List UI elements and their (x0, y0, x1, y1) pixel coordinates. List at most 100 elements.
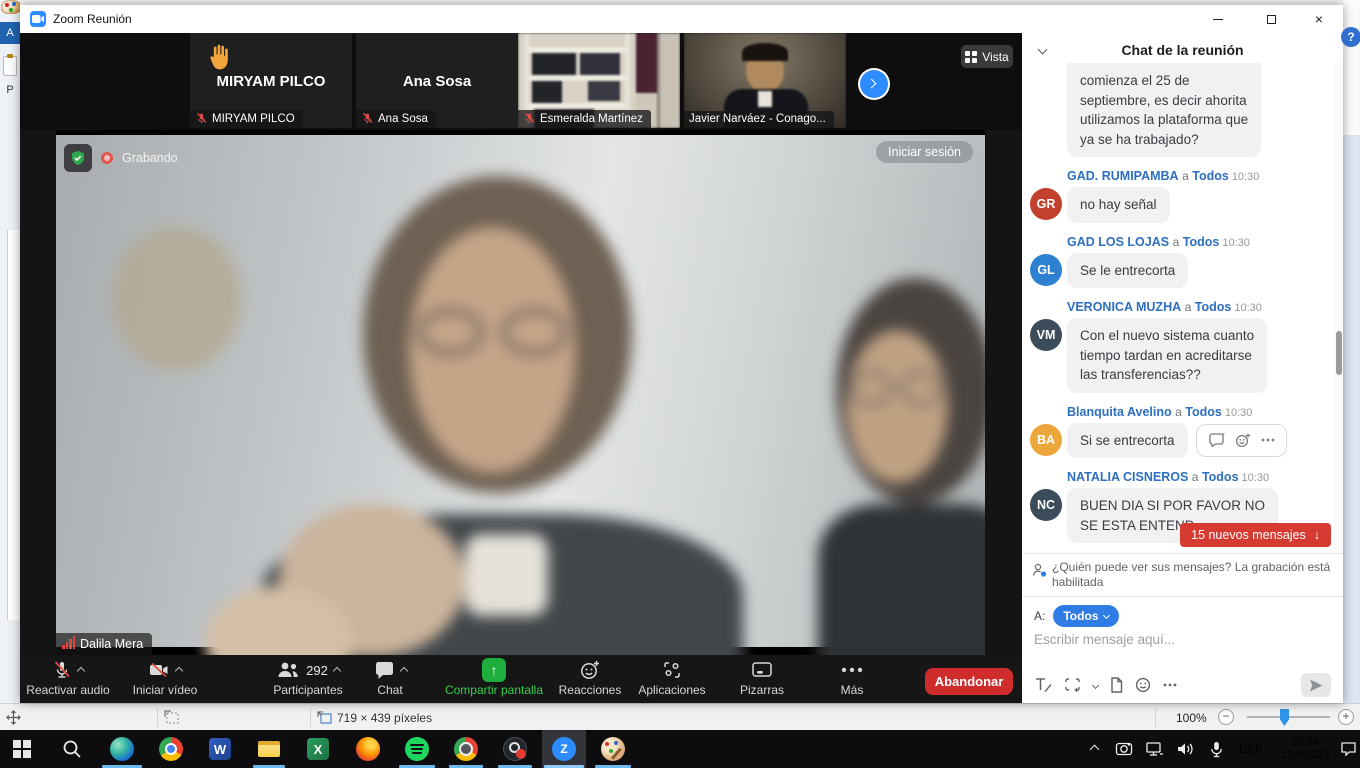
start-video-button[interactable]: Iniciar vídeo (110, 658, 220, 702)
participant-tile-esmeralda[interactable]: Esmeralda Martínez (518, 33, 680, 128)
selection-size-icon (164, 710, 180, 725)
message-bubble: Si se entrecorta (1067, 423, 1188, 459)
meeting-stage: MIRYAM PILCO MIRYAM PILCO Ana Sosa Ana S… (20, 33, 1022, 703)
microphone-tray-icon[interactable] (1204, 730, 1228, 768)
chat-bubble-icon (374, 661, 395, 680)
avatar: GL (1030, 254, 1062, 286)
message-bubble: comienza el 25 de septiembre, es decir a… (1067, 63, 1261, 157)
zoom-out-button[interactable]: − (1218, 709, 1234, 725)
paint-canvas (8, 230, 20, 620)
participant-name-label: MIRYAM PILCO (190, 110, 303, 128)
participant-tile-javier[interactable]: Javier Narváez - Conago... (684, 33, 846, 128)
chat-message-list[interactable]: comienza el 25 de septiembre, es decir a… (1022, 63, 1343, 553)
new-messages-badge[interactable]: 15 nuevos mensajes↓ (1180, 523, 1331, 547)
screenshot-icon[interactable] (1064, 677, 1081, 693)
share-screen-button[interactable]: ↑ Compartir pantalla (439, 658, 549, 702)
chat-privacy-notice: ¿Quién puede ver sus mensajes? La grabac… (1022, 553, 1343, 597)
sign-in-button[interactable]: Iniciar sesión (876, 141, 973, 163)
taskbar-obs-icon[interactable] (503, 737, 527, 761)
leave-meeting-button[interactable]: Abandonar (925, 668, 1013, 695)
zoom-app-icon (30, 11, 46, 27)
view-button[interactable]: Vista (961, 45, 1013, 68)
taskbar-spotify-icon[interactable] (405, 737, 429, 761)
message-bubble: no hay señal (1067, 187, 1170, 223)
language-indicator[interactable]: ESP (1234, 730, 1268, 768)
more-button[interactable]: Más (797, 658, 907, 702)
network-tray-icon[interactable] (1142, 730, 1166, 768)
screen-record-tray-icon[interactable] (1112, 730, 1136, 768)
participant-tile-miryam[interactable]: MIRYAM PILCO MIRYAM PILCO (190, 33, 352, 128)
muted-mic-icon (195, 112, 208, 125)
avatar: NC (1030, 489, 1062, 521)
chat-options-chevron[interactable] (399, 667, 407, 675)
paint-app-icon (1, 0, 20, 14)
attach-file-icon[interactable] (1110, 677, 1123, 693)
chat-message: Blanquita Avelino a Todos10:30 BA Si se … (1022, 405, 1343, 459)
compose-more-icon[interactable] (1163, 683, 1177, 687)
more-options-icon[interactable] (1261, 438, 1275, 442)
taskbar-word-icon[interactable]: W (208, 737, 232, 761)
action-center-icon[interactable] (1336, 730, 1360, 768)
clock[interactable]: 10:3411/9/2023 (1272, 730, 1338, 768)
privacy-person-icon (1031, 562, 1048, 579)
paint-file-menu[interactable]: A (0, 22, 20, 44)
reactions-icon (579, 660, 601, 680)
video-art (56, 135, 985, 647)
start-button[interactable] (10, 737, 34, 761)
taskbar-explorer-icon[interactable] (257, 737, 281, 761)
security-shield-button[interactable] (64, 144, 92, 172)
taskbar-firefox-icon[interactable] (356, 737, 380, 761)
taskbar-zoom-icon[interactable]: Z (552, 737, 576, 761)
audio-options-chevron[interactable] (77, 667, 85, 675)
capture-options-chevron[interactable] (1092, 681, 1099, 688)
minimize-button[interactable] (1203, 5, 1233, 33)
taskbar-chrome-icon[interactable] (159, 737, 183, 761)
reply-icon[interactable] (1208, 433, 1225, 447)
zoom-in-button[interactable]: + (1338, 709, 1354, 725)
zoom-slider-thumb[interactable] (1280, 709, 1289, 726)
emoji-icon[interactable] (1135, 677, 1151, 693)
avatar: VM (1030, 319, 1062, 351)
chat-message: comienza el 25 de septiembre, es decir a… (1022, 63, 1343, 157)
audio-signal-icon (62, 636, 75, 651)
unmute-button[interactable]: Reactivar audio (13, 658, 123, 702)
participants-icon (276, 661, 300, 679)
video-options-chevron[interactable] (175, 667, 183, 675)
view-grid-icon (965, 51, 977, 63)
send-plane-icon (1309, 679, 1323, 692)
paint-paste-icon[interactable] (3, 56, 17, 76)
close-button[interactable]: × (1304, 5, 1334, 33)
recipient-label: A: (1034, 609, 1045, 623)
hidden-icons-chevron[interactable] (1084, 730, 1104, 768)
chat-title: Chat de la reunión (1022, 33, 1343, 58)
chat-scrollbar-thumb[interactable] (1336, 331, 1342, 375)
next-participants-button[interactable] (860, 70, 888, 98)
add-reaction-icon[interactable] (1235, 433, 1251, 448)
message-input[interactable] (1034, 632, 1331, 654)
taskbar-excel-icon[interactable]: X (306, 737, 330, 761)
search-icon[interactable] (60, 737, 84, 761)
volume-tray-icon[interactable] (1172, 730, 1198, 768)
format-text-icon[interactable] (1034, 677, 1052, 693)
maximize-button[interactable] (1256, 5, 1286, 33)
chat-scrollbar-track[interactable] (1334, 63, 1342, 553)
taskbar-paint-icon[interactable] (601, 737, 625, 761)
shield-check-icon (70, 150, 86, 166)
arrow-down-icon: ↓ (1314, 528, 1320, 542)
zoom-meeting-window: Zoom Reunión × MIRYAM PILCO (20, 5, 1343, 703)
message-header: NATALIA CISNEROS a Todos10:30 (1067, 470, 1343, 484)
more-dots-icon (841, 667, 863, 673)
raised-hand-icon (206, 43, 232, 76)
participant-tile-ana[interactable]: Ana Sosa Ana Sosa (356, 33, 518, 128)
paint-help-button[interactable]: ? (1341, 27, 1360, 47)
send-message-button[interactable] (1301, 673, 1331, 697)
chat-message: VERONICA MUZHA a Todos10:30 VM Con el nu… (1022, 300, 1343, 393)
participant-filmstrip: MIRYAM PILCO MIRYAM PILCO Ana Sosa Ana S… (20, 33, 1022, 130)
image-size-icon (317, 710, 333, 725)
image-size-value: 719 × 439 píxeles (337, 711, 432, 725)
paint-paste-label: P (0, 84, 20, 96)
recipient-selector[interactable]: Todos (1053, 605, 1119, 627)
taskbar-chrome-profile-icon[interactable] (454, 737, 478, 761)
chat-button[interactable]: Chat (335, 658, 445, 702)
taskbar-edge-icon[interactable] (110, 737, 134, 761)
